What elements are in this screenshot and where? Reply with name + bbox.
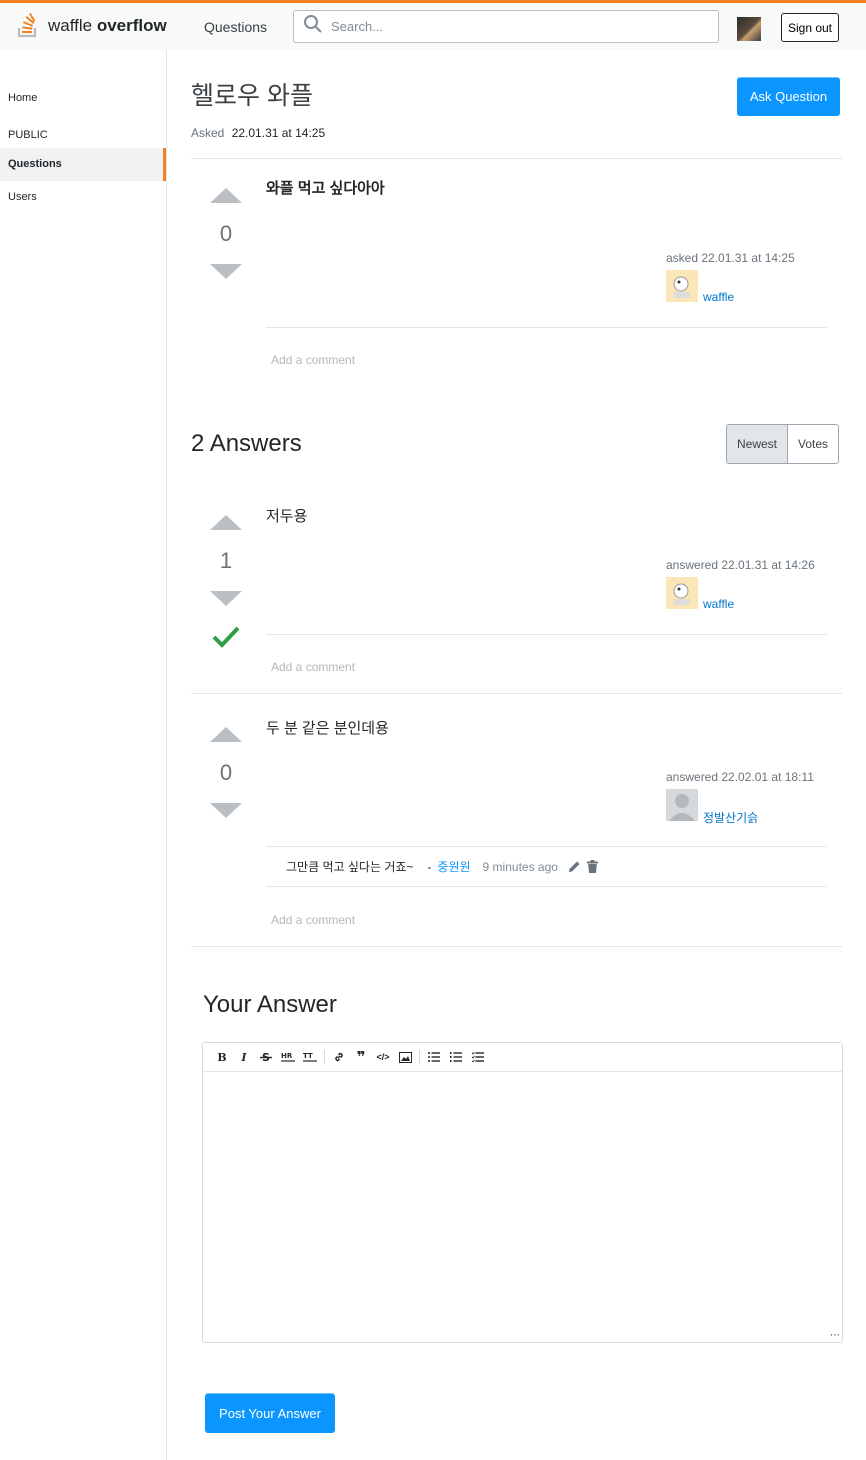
question-title: 헬로우 와플 bbox=[191, 82, 313, 110]
toolbar-separator bbox=[419, 1050, 420, 1064]
answers-count-heading: 2 Answers bbox=[191, 430, 302, 457]
author-avatar[interactable] bbox=[666, 270, 698, 302]
hr-icon[interactable]: HR bbox=[277, 1047, 299, 1067]
search-box[interactable] bbox=[293, 10, 719, 43]
author-avatar[interactable] bbox=[666, 577, 698, 609]
answer-downvote-icon[interactable] bbox=[210, 591, 242, 606]
link-icon[interactable] bbox=[328, 1047, 350, 1067]
divider bbox=[266, 846, 827, 847]
markdown-editor: B I S HR TT ❞ </> ⋯ bbox=[202, 1042, 843, 1343]
answer-textarea[interactable] bbox=[203, 1072, 842, 1340]
asked-label: Asked bbox=[191, 126, 225, 140]
question-asked-info: Asked 22.01.31 at 14:25 bbox=[191, 126, 325, 140]
svg-text:HR: HR bbox=[281, 1052, 293, 1060]
quote-icon[interactable]: ❞ bbox=[350, 1047, 372, 1067]
divider bbox=[191, 158, 842, 159]
sort-toggle: Newest Votes bbox=[726, 424, 840, 464]
image-icon[interactable] bbox=[394, 1047, 416, 1067]
answer-author-link[interactable]: 정발산기슭 bbox=[703, 809, 758, 826]
divider bbox=[191, 946, 842, 947]
sidebar-section-public: PUBLIC bbox=[8, 129, 48, 141]
post-answer-button[interactable]: Post Your Answer bbox=[205, 1393, 335, 1433]
svg-text:TT: TT bbox=[303, 1052, 313, 1060]
strikethrough-icon[interactable]: S bbox=[255, 1047, 277, 1067]
answer-add-comment[interactable]: Add a comment bbox=[271, 913, 355, 927]
comment-time: 9 minutes ago bbox=[482, 859, 558, 874]
logo-text: waffle overflow bbox=[48, 16, 167, 35]
comment-author-link[interactable]: 중원원 bbox=[437, 858, 470, 875]
divider bbox=[266, 327, 827, 328]
bullet-list-icon[interactable] bbox=[423, 1047, 445, 1067]
user-avatar[interactable] bbox=[737, 17, 761, 41]
numbered-list-icon[interactable] bbox=[445, 1047, 467, 1067]
divider bbox=[266, 886, 827, 887]
bold-icon[interactable]: B bbox=[211, 1047, 233, 1067]
your-answer-heading: Your Answer bbox=[203, 991, 337, 1018]
sidebar-item-home[interactable]: Home bbox=[0, 92, 166, 104]
answer-meta-time: answered 22.01.31 at 14:26 bbox=[666, 558, 815, 572]
answer-upvote-icon[interactable] bbox=[210, 515, 242, 530]
left-sidebar: Home PUBLIC Questions Users bbox=[0, 50, 167, 1460]
search-input[interactable] bbox=[331, 19, 691, 34]
comment-text: 그만큼 먹고 싶다는 거죠~ bbox=[286, 860, 414, 874]
search-icon bbox=[294, 14, 323, 39]
ask-question-button[interactable]: Ask Question bbox=[737, 77, 840, 116]
editor-toolbar: B I S HR TT ❞ </> bbox=[203, 1043, 842, 1072]
italic-icon[interactable]: I bbox=[233, 1047, 255, 1067]
resize-handle-icon[interactable]: ⋯ bbox=[830, 1330, 840, 1341]
divider bbox=[191, 693, 842, 694]
sidebar-item-questions[interactable]: Questions bbox=[0, 148, 166, 181]
nav-questions-link[interactable]: Questions bbox=[204, 19, 267, 35]
answer-downvote-icon[interactable] bbox=[210, 803, 242, 818]
question-upvote-icon[interactable] bbox=[210, 188, 242, 203]
answer-vote-count: 0 bbox=[219, 760, 233, 785]
question-add-comment[interactable]: Add a comment bbox=[271, 353, 355, 367]
answer-body: 두 분 같은 분인데용 bbox=[266, 720, 389, 737]
edit-pencil-icon[interactable] bbox=[568, 860, 581, 873]
site-logo[interactable]: waffle overflow bbox=[16, 13, 167, 39]
question-downvote-icon[interactable] bbox=[210, 264, 242, 279]
asked-time: 22.01.31 at 14:25 bbox=[231, 126, 326, 140]
sign-out-button[interactable]: Sign out bbox=[781, 13, 839, 42]
answer-vote-count: 1 bbox=[219, 548, 233, 573]
toolbar-separator bbox=[324, 1050, 325, 1064]
heading-icon[interactable]: TT bbox=[299, 1047, 321, 1067]
top-bar: waffle overflow Questions Sign out bbox=[0, 0, 866, 50]
divider bbox=[266, 634, 827, 635]
code-icon[interactable]: </> bbox=[372, 1047, 394, 1067]
sort-votes-button[interactable]: Votes bbox=[788, 425, 839, 463]
delete-trash-icon[interactable] bbox=[586, 860, 598, 873]
answer-author-link[interactable]: waffle bbox=[703, 597, 734, 611]
comment-item: 그만큼 먹고 싶다는 거죠~ - 중원원 9 minutes ago bbox=[286, 858, 598, 875]
stack-logo-icon bbox=[16, 13, 40, 39]
default-avatar-icon[interactable] bbox=[666, 789, 698, 821]
question-author-link[interactable]: waffle bbox=[703, 290, 734, 304]
question-meta-time: asked 22.01.31 at 14:25 bbox=[666, 251, 795, 265]
sort-newest-button[interactable]: Newest bbox=[727, 425, 789, 463]
question-vote-count: 0 bbox=[219, 221, 233, 246]
answer-meta-time: answered 22.02.01 at 18:11 bbox=[666, 770, 814, 784]
answer-upvote-icon[interactable] bbox=[210, 727, 242, 742]
answer-body: 저두용 bbox=[266, 508, 308, 525]
accepted-check-icon bbox=[212, 624, 240, 655]
answer-add-comment[interactable]: Add a comment bbox=[271, 660, 355, 674]
task-list-icon[interactable] bbox=[467, 1047, 489, 1067]
comment-dash: - bbox=[427, 859, 432, 874]
question-body: 와플 먹고 싶다아아 bbox=[266, 180, 385, 197]
sidebar-item-users[interactable]: Users bbox=[0, 191, 166, 203]
